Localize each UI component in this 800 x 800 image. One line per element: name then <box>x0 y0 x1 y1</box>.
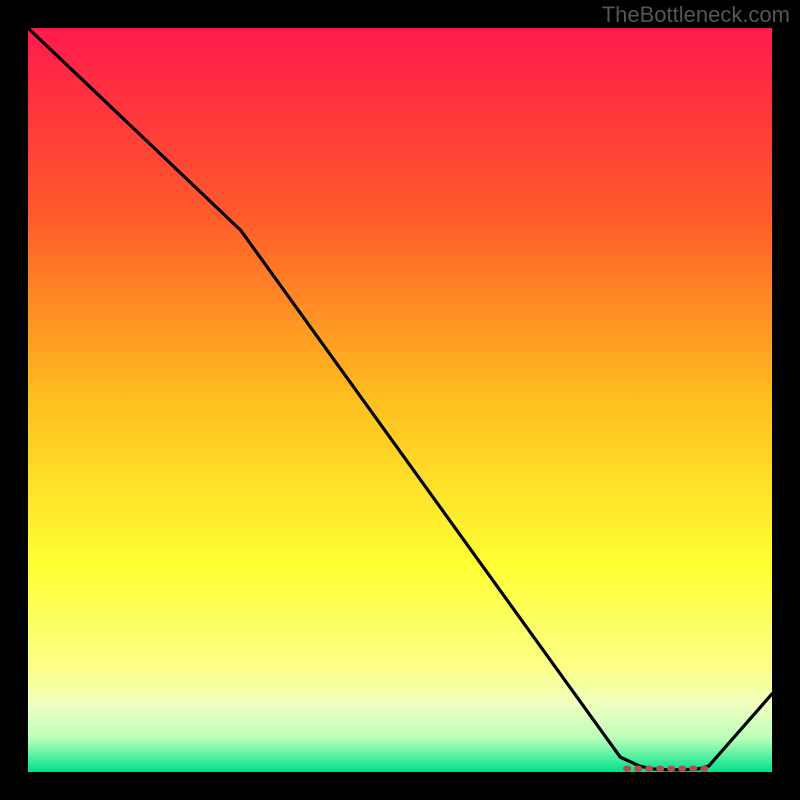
chart-container: { "attribution": "TheBottleneck.com", "c… <box>0 0 800 800</box>
plot-background <box>28 28 772 772</box>
chart-svg <box>0 0 800 800</box>
